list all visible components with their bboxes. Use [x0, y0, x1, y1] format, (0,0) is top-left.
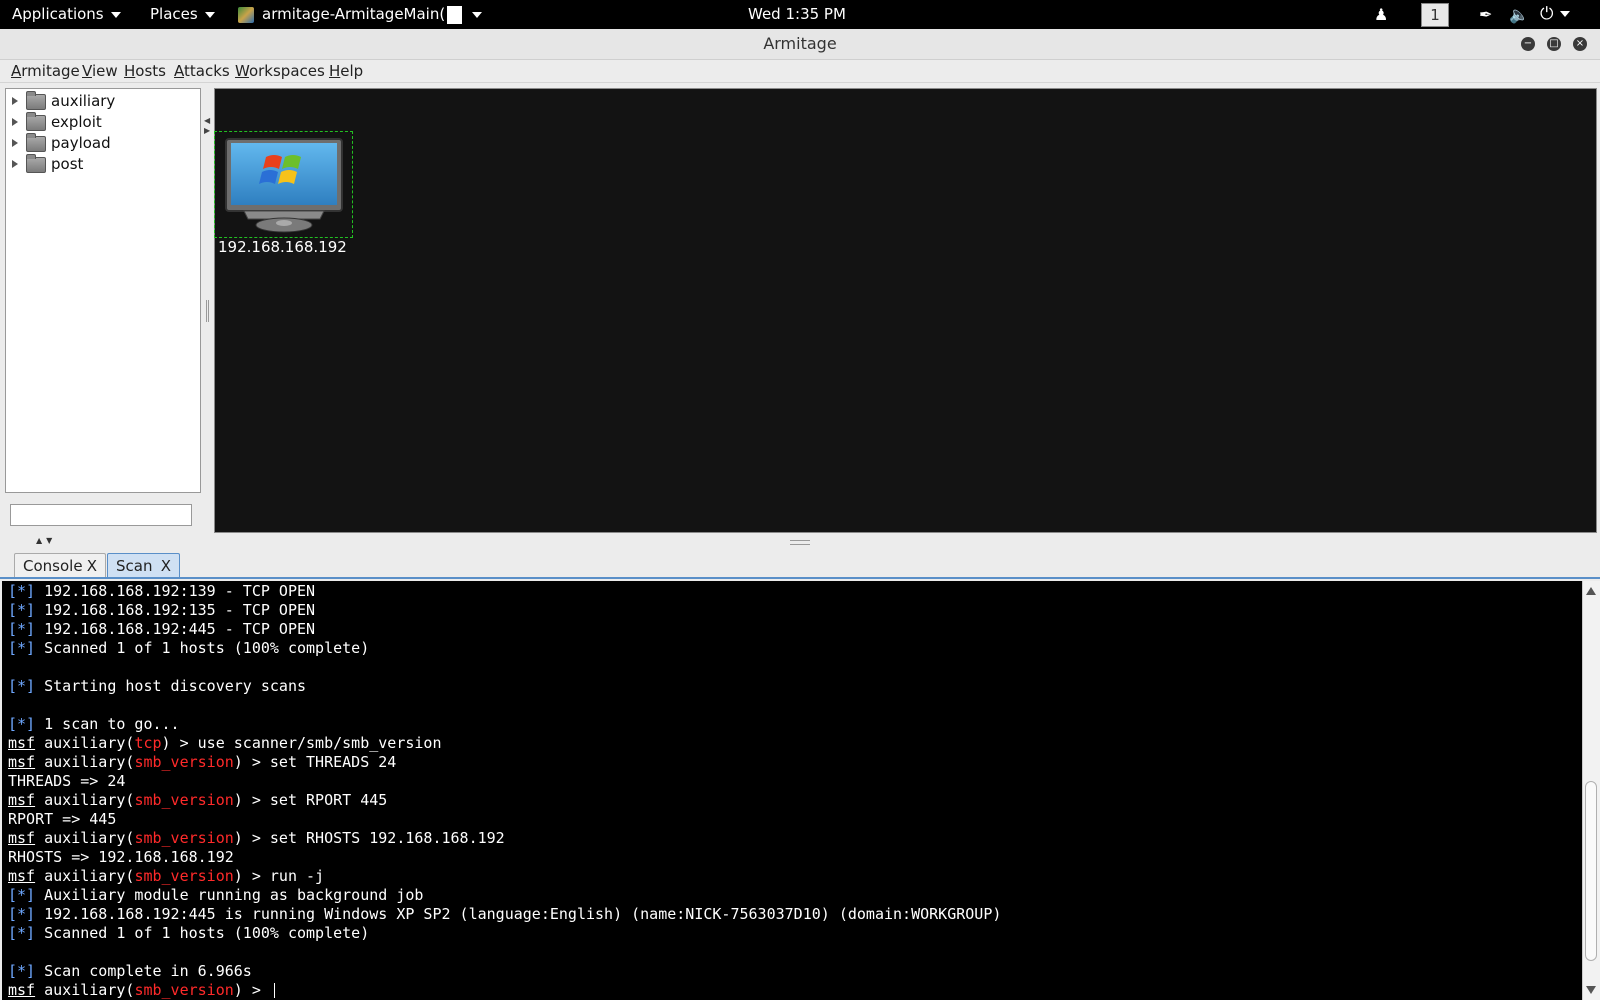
menu-hosts[interactable]: Hosts — [124, 62, 166, 80]
places-label: Places — [150, 5, 198, 23]
console-line: [*] Scanned 1 of 1 hosts (100% complete) — [8, 639, 370, 657]
top-panel: Applications Places armitage-ArmitageMai… — [0, 0, 1600, 29]
workspace-switcher[interactable]: 1 — [1421, 0, 1449, 29]
collapse-arrows-icon[interactable]: ◀ ▶ — [204, 116, 210, 136]
windows-xp-host-icon[interactable] — [224, 137, 344, 233]
tab-scan[interactable]: Scan X — [107, 553, 180, 577]
console-line: RPORT => 445 — [8, 810, 117, 828]
horizontal-splitter[interactable] — [790, 540, 810, 545]
console-line: [*] Starting host discovery scans — [8, 677, 307, 695]
window-list-button[interactable]: armitage-ArmitageMain( — [238, 0, 483, 29]
expand-icon[interactable] — [12, 160, 18, 168]
menu-attacks[interactable]: Attacks — [174, 62, 230, 80]
scroll-down-icon[interactable] — [1586, 986, 1596, 994]
menu-armitage[interactable]: Armitage — [11, 62, 80, 80]
expand-icon[interactable] — [12, 139, 18, 147]
workspace-number: 1 — [1421, 3, 1449, 27]
applications-menu[interactable]: Applications — [12, 0, 121, 29]
volume-icon[interactable]: 🔈 — [1509, 0, 1529, 29]
expand-icon[interactable] — [12, 97, 18, 105]
users-icon[interactable]: ♟ — [1374, 0, 1388, 29]
window-list-label: armitage-ArmitageMain( — [262, 5, 446, 23]
folder-icon — [26, 112, 46, 131]
tab-console[interactable]: Console X — [14, 553, 106, 577]
menu-bar: Armitage View Hosts Attacks Workspaces H… — [0, 60, 1600, 83]
maximize-button[interactable]: □ — [1547, 37, 1561, 51]
menu-help[interactable]: Help — [329, 62, 363, 80]
console-prompt-line: msf auxiliary(smb_version) > set RHOSTS … — [8, 829, 505, 847]
console-line: [*] Auxiliary module running as backgrou… — [8, 886, 424, 904]
places-menu[interactable]: Places — [150, 0, 215, 29]
menu-view[interactable]: View — [82, 62, 118, 80]
targets-graph[interactable] — [214, 88, 1597, 533]
host-ip-label: 192.168.168.192 — [218, 238, 347, 256]
console-prompt-line: msf auxiliary(tcp) > use scanner/smb/smb… — [8, 734, 442, 752]
console-line: [*] 192.168.168.192:445 is running Windo… — [8, 905, 1002, 923]
folder-icon — [26, 154, 46, 173]
scroll-up-icon[interactable] — [1586, 587, 1596, 595]
console-prompt-line: msf auxiliary(smb_version) > run -j — [8, 867, 325, 885]
tree-item-label: payload — [51, 134, 111, 152]
console-prompt-line: msf auxiliary(smb_version) > set THREADS… — [8, 753, 397, 771]
window-title: Armitage — [763, 34, 837, 53]
vertical-splitter[interactable] — [206, 300, 209, 322]
console-line: RHOSTS => 192.168.168.192 — [8, 848, 234, 866]
console-line: [*] Scanned 1 of 1 hosts (100% complete) — [8, 924, 370, 942]
menu-workspaces[interactable]: Workspaces — [235, 62, 325, 80]
clock-text: Wed 1:35 PM — [748, 5, 846, 23]
chevron-down-icon — [110, 11, 121, 18]
chevron-down-icon — [204, 11, 215, 18]
clock[interactable]: Wed 1:35 PM — [748, 0, 846, 29]
console-input-line[interactable]: msf auxiliary(smb_version) > — [8, 981, 275, 1000]
module-tree: auxiliary exploit payload post — [5, 88, 201, 493]
console-line: [*] 192.168.168.192:139 - TCP OPEN — [8, 582, 316, 600]
console-line: THREADS => 24 — [8, 772, 126, 790]
tab-close-button[interactable]: X — [161, 554, 171, 578]
tree-item-label: post — [51, 155, 84, 173]
expand-icon[interactable] — [12, 118, 18, 126]
tab-label: Console — [23, 557, 83, 575]
armitage-app-icon — [238, 6, 254, 23]
text-cursor — [273, 983, 275, 998]
console-scrollbar[interactable] — [1582, 581, 1600, 1000]
network-icon[interactable]: ✒ — [1479, 0, 1492, 29]
applications-label: Applications — [12, 5, 104, 23]
chevron-down-icon — [472, 11, 483, 18]
folder-icon — [26, 91, 46, 110]
console-line: [*] 1 scan to go... — [8, 715, 180, 733]
console-output[interactable]: [*] 192.168.168.192:139 - TCP OPEN [*] 1… — [2, 581, 1582, 1000]
console-prompt-line: msf auxiliary(smb_version) > set RPORT 4… — [8, 791, 388, 809]
console-tabs: Console X Scan X — [0, 551, 1600, 579]
tab-close-button[interactable]: X — [87, 554, 97, 578]
scrollbar-thumb[interactable] — [1585, 781, 1597, 961]
tab-label: Scan — [116, 557, 153, 575]
console-line: [*] 192.168.168.192:135 - TCP OPEN — [8, 601, 316, 619]
window-titlebar[interactable]: Armitage − □ × — [0, 29, 1600, 60]
minimize-button[interactable]: − — [1521, 37, 1535, 51]
window-title-placeholder — [447, 5, 463, 24]
split-arrows-icon[interactable]: ▲▼ — [36, 536, 56, 545]
chevron-down-icon — [1560, 11, 1571, 17]
folder-icon — [26, 133, 46, 152]
power-icon[interactable]: ⏻ — [1540, 0, 1571, 29]
tree-item-label: exploit — [51, 113, 102, 131]
console-line: [*] Scan complete in 6.966s — [8, 962, 252, 980]
console-line: [*] 192.168.168.192:445 - TCP OPEN — [8, 620, 316, 638]
module-search-input[interactable] — [10, 504, 192, 526]
close-button[interactable]: × — [1573, 37, 1587, 51]
tree-item-label: auxiliary — [51, 92, 116, 110]
